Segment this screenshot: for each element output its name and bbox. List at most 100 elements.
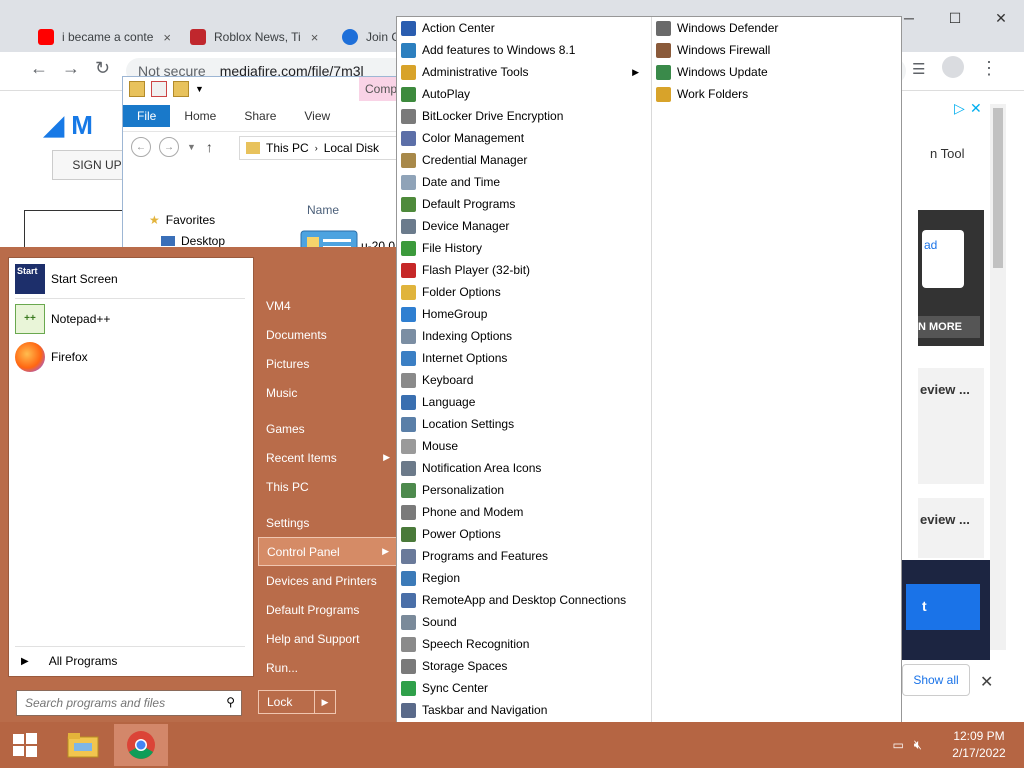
start-item-documents[interactable]: Documents xyxy=(258,320,398,349)
close-download-bar-icon[interactable]: ✕ xyxy=(980,672,993,692)
lock-button[interactable]: Lock ▶ xyxy=(258,690,336,714)
start-item-run[interactable]: Run... xyxy=(258,653,398,682)
cp-item-phone-and-modem[interactable]: Phone and Modem xyxy=(397,501,649,523)
taskbar-chrome[interactable] xyxy=(114,724,168,766)
learn-more-button[interactable]: N MORE xyxy=(918,316,980,338)
browser-tab-1[interactable]: i became a conte × xyxy=(38,22,171,52)
start-item-settings[interactable]: Settings xyxy=(258,508,398,537)
taskbar-file-explorer[interactable] xyxy=(56,724,110,766)
tab-home[interactable]: Home xyxy=(170,105,230,127)
cp-item-default-programs[interactable]: Default Programs xyxy=(397,193,649,215)
scroll-thumb[interactable] xyxy=(993,108,1003,268)
pinned-notepadpp[interactable]: ++ Notepad++ xyxy=(15,304,110,334)
cp-item-add-features-to-windows-8-1[interactable]: Add features to Windows 8.1 xyxy=(397,39,649,61)
ad-choices-icon[interactable]: ▷ xyxy=(954,100,965,117)
cp-item-date-and-time[interactable]: Date and Time xyxy=(397,171,649,193)
start-button[interactable] xyxy=(0,722,50,768)
cp-item-notification-area-icons[interactable]: Notification Area Icons xyxy=(397,457,649,479)
tab-share[interactable]: Share xyxy=(230,105,290,127)
tab-file[interactable]: File xyxy=(123,105,171,127)
cp-item-location-settings[interactable]: Location Settings xyxy=(397,413,649,435)
start-item-control-panel[interactable]: Control Panel ▶ xyxy=(258,537,398,566)
folder-icon[interactable] xyxy=(129,81,145,97)
column-header-name[interactable]: Name xyxy=(307,203,339,217)
review-card-1[interactable]: eview ... xyxy=(918,368,984,484)
cp-item-keyboard[interactable]: Keyboard xyxy=(397,369,649,391)
forward-icon[interactable]: → xyxy=(62,58,80,79)
breadcrumb-item[interactable]: This PC xyxy=(266,141,309,155)
ad-read-button[interactable]: ad xyxy=(922,230,964,288)
start-search-box[interactable]: ⚲ xyxy=(16,690,242,716)
start-item-this-pc[interactable]: This PC xyxy=(258,472,398,501)
clock[interactable]: 12:09 PM 2/17/2022 xyxy=(934,728,1024,762)
cp-item-internet-options[interactable]: Internet Options xyxy=(397,347,649,369)
profile-avatar-icon[interactable] xyxy=(942,56,964,78)
cp-item-work-folders[interactable]: Work Folders xyxy=(652,83,902,105)
back-icon[interactable]: ← xyxy=(131,137,151,157)
cp-item-administrative-tools[interactable]: Administrative Tools ▶ xyxy=(397,61,649,83)
all-programs-button[interactable]: ▶ All Programs xyxy=(21,654,117,668)
cp-item-windows-update[interactable]: Windows Update xyxy=(652,61,902,83)
cp-item-file-history[interactable]: File History xyxy=(397,237,649,259)
cp-item-homegroup[interactable]: HomeGroup xyxy=(397,303,649,325)
cp-item-color-management[interactable]: Color Management xyxy=(397,127,649,149)
start-item-help-support[interactable]: Help and Support xyxy=(258,624,398,653)
page-scrollbar[interactable] xyxy=(990,104,1006,650)
ad-cta-button[interactable]: t xyxy=(906,584,980,630)
cp-item-bitlocker-drive-encryption[interactable]: BitLocker Drive Encryption xyxy=(397,105,649,127)
dropdown-arrow-icon[interactable]: ▼ xyxy=(195,84,204,94)
tab-close-icon[interactable]: × xyxy=(311,30,319,45)
review-card-2[interactable]: eview ... xyxy=(918,498,984,558)
tab-view[interactable]: View xyxy=(290,105,344,127)
browser-tab-2[interactable]: Roblox News, Ti × xyxy=(190,22,318,52)
pinned-firefox[interactable]: Firefox xyxy=(15,342,88,372)
breadcrumb-item[interactable]: Local Disk xyxy=(324,141,379,155)
cp-item-taskbar-and-navigation[interactable]: Taskbar and Navigation xyxy=(397,699,649,721)
ad-close-icon[interactable]: ✕ xyxy=(970,100,982,117)
breadcrumb[interactable]: This PC › Local Disk xyxy=(239,136,411,160)
start-item-pictures[interactable]: Pictures xyxy=(258,349,398,378)
recent-locations-icon[interactable]: ▼ xyxy=(187,142,196,152)
cp-item-autoplay[interactable]: AutoPlay xyxy=(397,83,649,105)
properties-icon[interactable] xyxy=(151,81,167,97)
network-icon[interactable]: ▭ xyxy=(892,738,903,752)
cp-item-flash-player-32-bit[interactable]: Flash Player (32-bit) xyxy=(397,259,649,281)
cp-item-windows-firewall[interactable]: Windows Firewall xyxy=(652,39,902,61)
power-options-arrow-icon[interactable]: ▶ xyxy=(314,691,335,713)
cp-item-programs-and-features[interactable]: Programs and Features xyxy=(397,545,649,567)
show-all-button[interactable]: Show all xyxy=(902,664,970,696)
start-item-default-programs[interactable]: Default Programs xyxy=(258,595,398,624)
cp-item-windows-defender[interactable]: Windows Defender xyxy=(652,17,902,39)
cp-item-sound[interactable]: Sound xyxy=(397,611,649,633)
cp-item-region[interactable]: Region xyxy=(397,567,649,589)
nav-favorites[interactable]: ★ Favorites xyxy=(149,209,225,230)
start-item-recent-items[interactable]: Recent Items ▶ xyxy=(258,443,398,472)
start-item-vm4[interactable]: VM4 xyxy=(258,291,398,320)
maximize-icon[interactable]: ☐ xyxy=(932,0,978,36)
cp-item-folder-options[interactable]: Folder Options xyxy=(397,281,649,303)
close-icon[interactable]: ✕ xyxy=(978,0,1024,36)
cp-item-power-options[interactable]: Power Options xyxy=(397,523,649,545)
start-item-devices-printers[interactable]: Devices and Printers xyxy=(258,566,398,595)
cp-item-action-center[interactable]: Action Center xyxy=(397,17,649,39)
new-folder-icon[interactable] xyxy=(173,81,189,97)
cp-item-language[interactable]: Language xyxy=(397,391,649,413)
reading-list-icon[interactable]: ☰ xyxy=(912,60,925,78)
reload-icon[interactable]: ↻ xyxy=(95,58,110,79)
cp-item-mouse[interactable]: Mouse xyxy=(397,435,649,457)
menu-kebab-icon[interactable]: ⋮ xyxy=(980,58,998,79)
browser-tab-3[interactable]: Join C xyxy=(342,22,400,52)
cp-item-indexing-options[interactable]: Indexing Options xyxy=(397,325,649,347)
up-icon[interactable]: ↑ xyxy=(206,139,213,155)
forward-icon[interactable]: → xyxy=(159,137,179,157)
cp-item-remoteapp-and-desktop-connections[interactable]: RemoteApp and Desktop Connections xyxy=(397,589,649,611)
tab-close-icon[interactable]: × xyxy=(163,30,171,45)
pinned-start-screen[interactable]: Start Start Screen xyxy=(15,264,118,294)
back-icon[interactable]: ← xyxy=(30,58,48,79)
start-item-games[interactable]: Games xyxy=(258,414,398,443)
search-icon[interactable]: ⚲ xyxy=(226,695,235,709)
search-input[interactable] xyxy=(23,695,217,711)
cp-item-storage-spaces[interactable]: Storage Spaces xyxy=(397,655,649,677)
volume-muted-icon[interactable]: 🔇︎ xyxy=(914,737,922,753)
cp-item-credential-manager[interactable]: Credential Manager xyxy=(397,149,649,171)
